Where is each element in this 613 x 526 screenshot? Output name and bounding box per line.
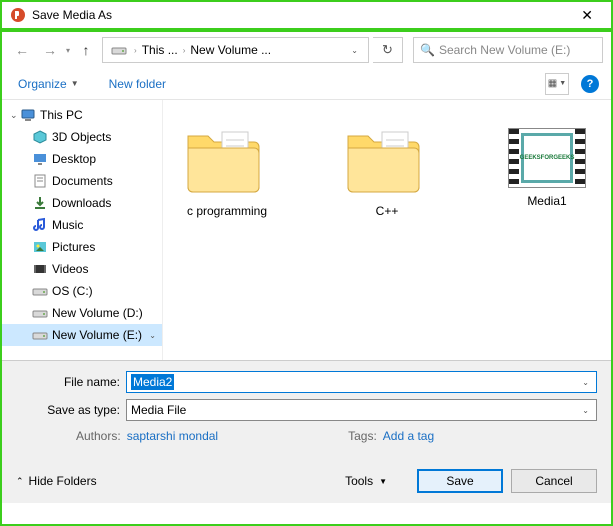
sidebar-item-label: Music (52, 218, 83, 232)
chevron-down-icon: ▼ (379, 477, 387, 486)
close-button[interactable]: ✕ (571, 3, 603, 28)
file-pane[interactable]: c programming C++ GEEKSFORGEEKS Media1 (162, 100, 611, 360)
sidebar-item[interactable]: Music (2, 214, 162, 236)
sidebar-item-label: Pictures (52, 240, 95, 254)
file-name: c programming (167, 204, 287, 218)
folder-item[interactable]: C++ (327, 118, 447, 218)
file-name: Media1 (487, 194, 607, 208)
down-icon (32, 195, 48, 211)
save-button[interactable]: Save (417, 469, 503, 493)
pc-icon (20, 107, 36, 123)
filename-field[interactable]: Media2 ⌄ (126, 371, 597, 393)
filename-label: File name: (16, 375, 126, 389)
folder-icon (342, 118, 432, 198)
sidebar-item[interactable]: Downloads (2, 192, 162, 214)
path-dropdown[interactable]: ⌄ (345, 46, 364, 55)
refresh-button[interactable]: ↻ (373, 37, 403, 63)
chevron-right-icon: › (131, 46, 140, 55)
sidebar-item[interactable]: Documents (2, 170, 162, 192)
breadcrumb[interactable]: This ... (140, 43, 180, 57)
drive-icon (32, 283, 48, 299)
search-icon: 🔍 (420, 43, 435, 57)
drive-icon (32, 327, 48, 343)
app-icon (10, 7, 26, 23)
cube-icon (32, 129, 48, 145)
file-name: C++ (327, 204, 447, 218)
saveastype-value: Media File (131, 403, 579, 417)
drive-icon (32, 305, 48, 321)
desktop-icon (32, 151, 48, 167)
chevron-right-icon: › (180, 46, 189, 55)
chevron-down-icon: ▼ (71, 79, 79, 88)
toolbar: Organize▼ New folder ▦▼ ? (2, 68, 611, 100)
sidebar-item[interactable]: Pictures (2, 236, 162, 258)
sidebar-item[interactable]: Videos (2, 258, 162, 280)
tags-label: Tags: (348, 429, 377, 443)
chevron-down-icon[interactable]: ⌄ (579, 406, 592, 415)
sidebar-item[interactable]: New Volume (D:) (2, 302, 162, 324)
organize-button[interactable]: Organize▼ (14, 75, 83, 93)
cancel-button[interactable]: Cancel (511, 469, 597, 493)
sidebar-item-label: Downloads (52, 196, 111, 210)
sidebar-item-label: This PC (40, 108, 83, 122)
window-title: Save Media As (32, 8, 571, 22)
saveastype-label: Save as type: (16, 403, 126, 417)
view-button[interactable]: ▦▼ (545, 73, 569, 95)
pic-icon (32, 239, 48, 255)
filename-value[interactable]: Media2 (131, 374, 174, 390)
sidebar-item-label: New Volume (E:) (52, 328, 142, 342)
drive-icon (111, 42, 127, 58)
media-item[interactable]: GEEKSFORGEEKS Media1 (487, 118, 607, 208)
history-dropdown[interactable]: ▾ (66, 46, 70, 55)
sidebar-item[interactable]: New Volume (E:) ⌄ (2, 324, 162, 346)
sidebar-item-label: OS (C:) (52, 284, 93, 298)
doc-icon (32, 173, 48, 189)
sidebar-item-label: 3D Objects (52, 130, 111, 144)
chevron-down-icon[interactable]: ⌄ (579, 378, 592, 387)
search-box[interactable]: 🔍 (413, 37, 603, 63)
video-icon (32, 261, 48, 277)
chevron-down-icon: ⌄ (149, 331, 156, 340)
tools-button[interactable]: Tools▼ (341, 472, 391, 490)
new-folder-button[interactable]: New folder (105, 75, 170, 93)
media-thumbnail: GEEKSFORGEEKS (508, 128, 586, 188)
folder-icon (182, 118, 272, 198)
tags-value[interactable]: Add a tag (383, 429, 434, 443)
sidebar-item[interactable]: OS (C:) (2, 280, 162, 302)
sidebar-this-pc[interactable]: ⌄ This PC (2, 104, 162, 126)
authors-label: Authors: (76, 429, 121, 443)
help-button[interactable]: ? (581, 75, 599, 93)
up-button[interactable]: ↑ (74, 38, 98, 62)
music-icon (32, 217, 48, 233)
chevron-up-icon: ⌃ (16, 476, 24, 487)
sidebar-item-label: Documents (52, 174, 113, 188)
forward-button[interactable]: → (38, 38, 62, 62)
back-button[interactable]: ← (10, 38, 34, 62)
main-area: ⌄ This PC 3D Objects Desktop Documents Down… (2, 100, 611, 360)
sidebar-item[interactable]: 3D Objects (2, 126, 162, 148)
saveastype-field[interactable]: Media File ⌄ (126, 399, 597, 421)
search-input[interactable] (439, 43, 596, 57)
address-bar[interactable]: › This ... › New Volume ... ⌄ (102, 37, 369, 63)
sidebar: ⌄ This PC 3D Objects Desktop Documents Down… (2, 100, 162, 360)
sidebar-item-label: New Volume (D:) (52, 306, 143, 320)
authors-value[interactable]: saptarshi mondal (127, 429, 218, 443)
bottom-panel: File name: Media2 ⌄ Save as type: Media … (2, 360, 611, 503)
breadcrumb[interactable]: New Volume ... (188, 43, 273, 57)
hide-folders-button[interactable]: ⌃ Hide Folders (16, 474, 97, 488)
title-bar: Save Media As ✕ (2, 2, 611, 32)
nav-row: ← → ▾ ↑ › This ... › New Volume ... ⌄ ↻ … (2, 32, 611, 68)
sidebar-item-label: Desktop (52, 152, 96, 166)
sidebar-item-label: Videos (52, 262, 88, 276)
folder-item[interactable]: c programming (167, 118, 287, 218)
sidebar-item[interactable]: Desktop (2, 148, 162, 170)
chevron-down-icon: ⌄ (10, 110, 20, 121)
